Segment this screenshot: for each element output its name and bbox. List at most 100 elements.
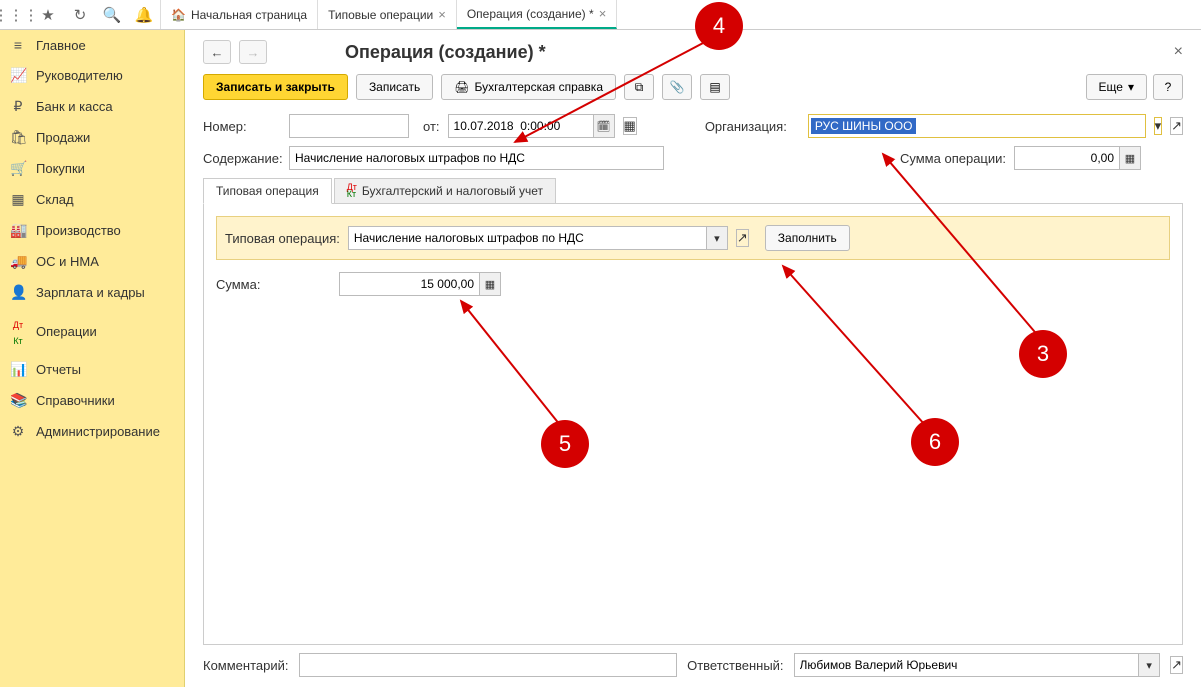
bell-icon[interactable]: 🔔 bbox=[128, 0, 160, 30]
tab-accounting[interactable]: ДтКт Бухгалтерский и налоговый учет bbox=[334, 178, 556, 203]
tab-typical[interactable]: Типовая операция bbox=[203, 178, 332, 204]
close-icon[interactable]: × bbox=[1174, 43, 1183, 61]
apps-icon[interactable]: ⋮⋮⋮ bbox=[0, 0, 32, 30]
sidebar-item-7[interactable]: 🚚 ОС и НМА bbox=[0, 246, 184, 277]
forward-button[interactable]: → bbox=[239, 40, 267, 64]
sidebar-item-1[interactable]: 📈Руководителю bbox=[0, 60, 184, 91]
star-icon[interactable]: ★ bbox=[32, 0, 64, 30]
comment-input[interactable] bbox=[299, 653, 678, 677]
tab-2[interactable]: Операция (создание) * × bbox=[457, 0, 617, 29]
sidebar-icon: ⚙ bbox=[10, 423, 26, 440]
tab-label: Типовые операции bbox=[328, 8, 433, 22]
sidebar-label: Производство bbox=[36, 223, 121, 238]
tab-content: Типовая операция: ▾ ↗ Заполнить Сумма: ▦ bbox=[203, 204, 1183, 645]
sidebar-item-9[interactable]: ДтКтОперации bbox=[0, 308, 184, 354]
tab-close-icon[interactable]: × bbox=[438, 7, 446, 22]
sidebar-icon: ₽ bbox=[10, 98, 26, 115]
sidebar-label: Администрирование bbox=[36, 424, 160, 439]
comment-label: Комментарий: bbox=[203, 658, 289, 673]
top-bar: ⋮⋮⋮ ★ ↻ 🔍 🔔 🏠Начальная страницаТиповые о… bbox=[0, 0, 1201, 30]
typ-dropdown-icon[interactable]: ▾ bbox=[706, 226, 728, 250]
sidebar-item-8[interactable]: 👤 Зарплата и кадры bbox=[0, 277, 184, 308]
sum-group: ▦ bbox=[1014, 146, 1141, 170]
save-button[interactable]: Записать bbox=[356, 74, 433, 100]
sidebar-label: Зарплата и кадры bbox=[36, 285, 145, 300]
sidebar-item-11[interactable]: 📚Справочники bbox=[0, 385, 184, 416]
sidebar-icon: 🛍 bbox=[10, 129, 26, 146]
sidebar-item-10[interactable]: 📊Отчеты bbox=[0, 354, 184, 385]
sidebar-item-2[interactable]: ₽Банк и касса bbox=[0, 91, 184, 122]
print-button[interactable]: 🖨Бухгалтерская справка bbox=[441, 74, 616, 100]
list-icon[interactable]: ▤ bbox=[700, 74, 730, 100]
sum-input[interactable] bbox=[1014, 146, 1119, 170]
amount-calc-icon[interactable]: ▦ bbox=[479, 272, 501, 296]
typ-input[interactable] bbox=[348, 226, 706, 250]
resp-label: Ответственный: bbox=[687, 658, 783, 673]
back-button[interactable]: ← bbox=[203, 40, 231, 64]
tab-1[interactable]: Типовые операции × bbox=[318, 0, 457, 29]
org-open-icon[interactable]: ↗ bbox=[1170, 117, 1183, 135]
sidebar-label: Руководителю bbox=[36, 68, 123, 83]
sidebar-label: Продажи bbox=[36, 130, 90, 145]
toolbar: Записать и закрыть Записать 🖨Бухгалтерск… bbox=[203, 74, 1183, 100]
history-icon[interactable]: ↻ bbox=[64, 0, 96, 30]
sidebar-item-12[interactable]: ⚙ Администрирование bbox=[0, 416, 184, 447]
content-input[interactable] bbox=[289, 146, 664, 170]
sidebar-item-0[interactable]: ≡Главное bbox=[0, 30, 184, 60]
content-area: ← → Операция (создание) * × Записать и з… bbox=[185, 30, 1201, 687]
footer: Комментарий: Ответственный: ▾ ↗ bbox=[203, 653, 1183, 677]
org-input[interactable]: РУС ШИНЫ ООО bbox=[808, 114, 1146, 138]
callout-6: 6 bbox=[911, 418, 959, 466]
sidebar-item-6[interactable]: 🏭Производство bbox=[0, 215, 184, 246]
dtkt-icon: ДтКт bbox=[347, 184, 357, 198]
date-label: от: bbox=[423, 119, 440, 134]
sidebar-item-4[interactable]: 🛒Покупки bbox=[0, 153, 184, 184]
sidebar-icon: 🚚 bbox=[10, 253, 26, 270]
date-extra-icon[interactable]: ▦ bbox=[623, 117, 637, 135]
sidebar-icon: 👤 bbox=[10, 284, 26, 301]
sidebar-item-5[interactable]: ▦Склад bbox=[0, 184, 184, 215]
amount-label: Сумма: bbox=[216, 277, 331, 292]
sum-label: Сумма операции: bbox=[900, 151, 1006, 166]
sidebar-label: ОС и НМА bbox=[36, 254, 99, 269]
fill-button[interactable]: Заполнить bbox=[765, 225, 850, 251]
tab-0[interactable]: 🏠Начальная страница bbox=[161, 0, 318, 29]
sidebar-label: Операции bbox=[36, 324, 97, 339]
sidebar-label: Справочники bbox=[36, 393, 115, 408]
amount-input[interactable] bbox=[339, 272, 479, 296]
date-input-group: 🗓 bbox=[448, 114, 615, 138]
printer-icon: 🖨 bbox=[454, 80, 469, 94]
attach-icon[interactable]: 📎 bbox=[662, 74, 692, 100]
calendar-icon[interactable]: 🗓 bbox=[593, 114, 615, 138]
typ-label: Типовая операция: bbox=[225, 231, 340, 246]
tab-label: Начальная страница bbox=[191, 8, 307, 22]
resp-dropdown-icon[interactable]: ▾ bbox=[1138, 653, 1160, 677]
resp-input[interactable] bbox=[794, 653, 1139, 677]
typical-op-row: Типовая операция: ▾ ↗ Заполнить bbox=[216, 216, 1170, 260]
calc-icon[interactable]: ▦ bbox=[1119, 146, 1141, 170]
chevron-down-icon: ▾ bbox=[1128, 80, 1134, 94]
tab-label: Операция (создание) * bbox=[467, 7, 594, 21]
org-value: РУС ШИНЫ ООО bbox=[811, 118, 917, 134]
structure-icon[interactable]: ⧉ bbox=[624, 74, 654, 100]
resp-group: ▾ bbox=[794, 653, 1161, 677]
sidebar-item-3[interactable]: 🛍 Продажи bbox=[0, 122, 184, 153]
sidebar: ≡Главное📈Руководителю₽Банк и касса 🛍 Прода… bbox=[0, 30, 185, 687]
callout-5: 5 bbox=[541, 420, 589, 468]
sidebar-label: Отчеты bbox=[36, 362, 81, 377]
help-button[interactable]: ? bbox=[1153, 74, 1183, 100]
amount-group: ▦ bbox=[339, 272, 501, 296]
org-dropdown-icon[interactable]: ▾ bbox=[1154, 117, 1163, 135]
search-icon[interactable]: 🔍 bbox=[96, 0, 128, 30]
resp-open-icon[interactable]: ↗ bbox=[1170, 656, 1183, 674]
tab-close-icon[interactable]: × bbox=[599, 6, 607, 21]
org-label: Организация: bbox=[705, 119, 800, 134]
date-input[interactable] bbox=[448, 114, 593, 138]
more-button[interactable]: Еще ▾ bbox=[1086, 74, 1147, 100]
page-title: Операция (создание) * bbox=[345, 42, 546, 63]
typ-open-icon[interactable]: ↗ bbox=[736, 229, 749, 247]
save-close-button[interactable]: Записать и закрыть bbox=[203, 74, 348, 100]
number-input[interactable] bbox=[289, 114, 409, 138]
content-label: Содержание: bbox=[203, 151, 281, 166]
sidebar-label: Склад bbox=[36, 192, 74, 207]
